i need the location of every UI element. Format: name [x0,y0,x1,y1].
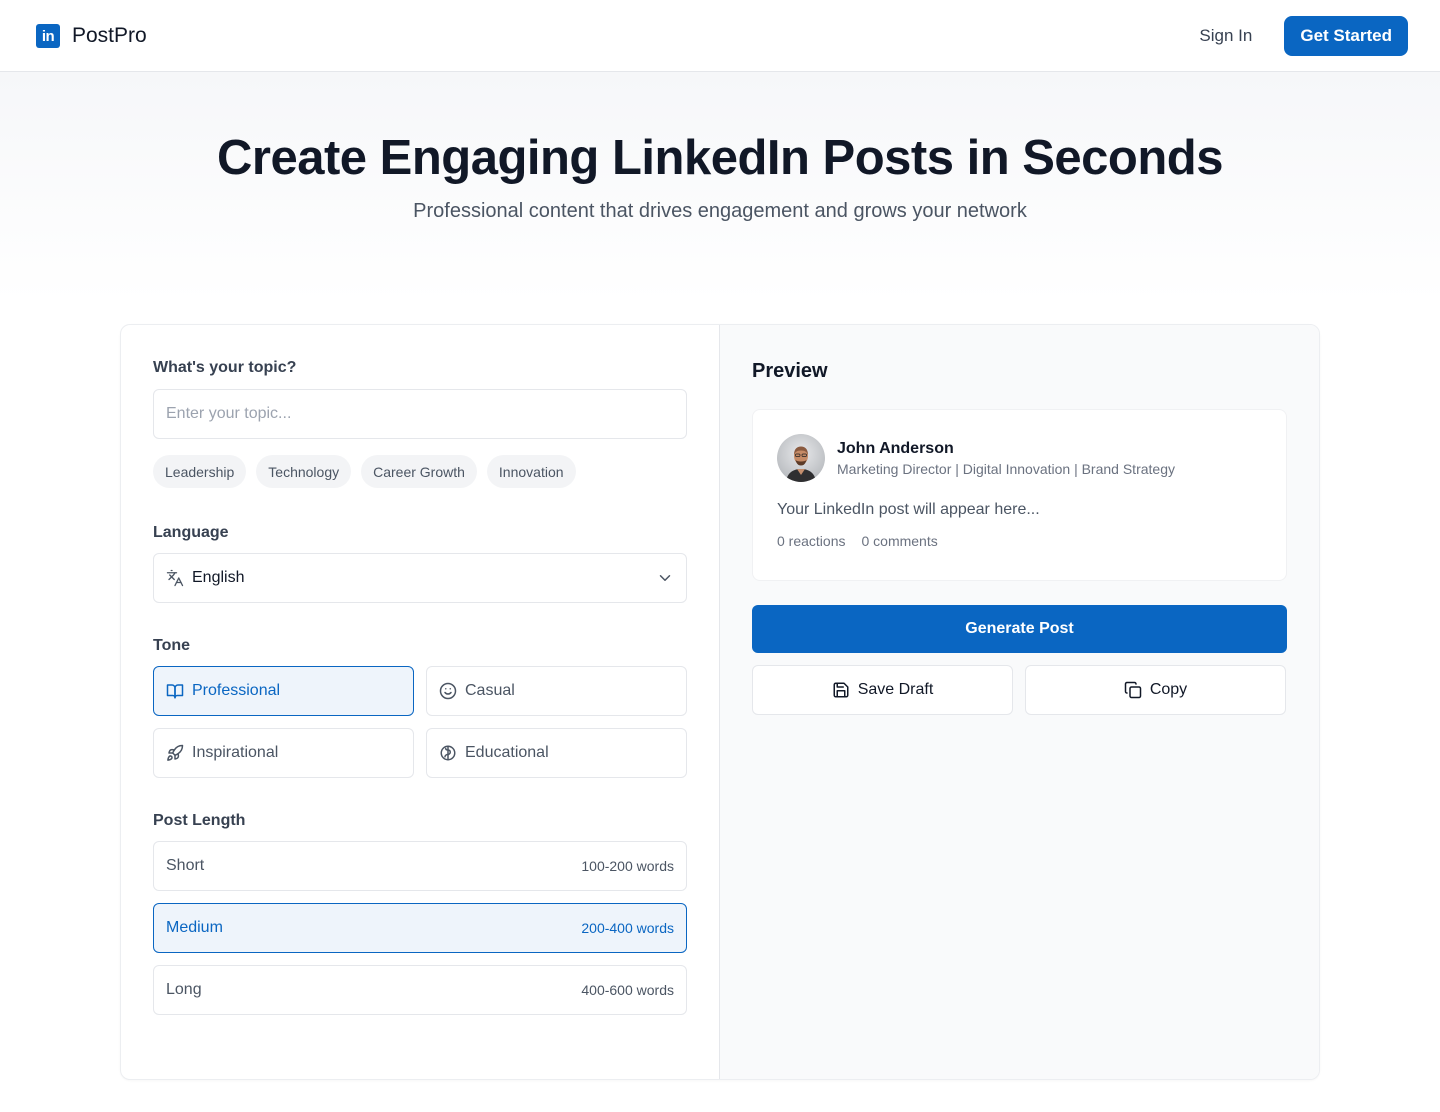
language-label: Language [153,524,229,541]
length-short[interactable]: Short 100-200 words [153,841,687,891]
hero: Create Engaging LinkedIn Posts in Second… [0,72,1440,302]
generate-post-button[interactable]: Generate Post [752,605,1287,653]
tone-label-text: Inspirational [192,744,279,761]
language-select[interactable]: English [153,553,687,603]
topic-input[interactable] [153,389,687,439]
chip-leadership[interactable]: Leadership [153,455,247,488]
length-options: Short 100-200 words Medium 200-400 words… [153,841,687,1015]
author-info: John Anderson Marketing Director | Digit… [837,440,1175,477]
reactions-count: 0 reactions [777,533,846,549]
length-long[interactable]: Long 400-600 words [153,965,687,1015]
tone-professional[interactable]: Professional [153,666,414,716]
avatar [777,434,825,482]
topic-suggestions: Leadership Technology Career Growth Inno… [153,455,687,488]
tone-casual[interactable]: Casual [426,666,687,716]
save-draft-button[interactable]: Save Draft [752,665,1013,715]
chip-career-growth[interactable]: Career Growth [361,455,477,488]
post-author: John Anderson Marketing Director | Digit… [777,434,1262,482]
post-body: Your LinkedIn post will appear here... [777,501,1040,518]
author-name: John Anderson [837,439,954,457]
hero-title: Create Engaging LinkedIn Posts in Second… [217,131,1223,185]
brand[interactable]: in PostPro [36,23,147,48]
preview-title: Preview [752,360,828,382]
hero-subtitle: Professional content that drives engagem… [413,200,1027,222]
chip-technology[interactable]: Technology [256,455,352,488]
get-started-button[interactable]: Get Started [1284,15,1408,56]
brain-icon [439,744,457,762]
save-icon [832,681,850,699]
length-words: 100-200 words [581,858,674,874]
tone-educational[interactable]: Educational [426,728,687,778]
rocket-icon [166,744,184,762]
post-length-label: Post Length [153,812,246,829]
chevron-down-icon [656,569,674,587]
linkedin-logo-icon: in [36,23,60,48]
post-stats: 0 reactions 0 comments [777,533,1262,549]
length-words: 200-400 words [581,920,674,936]
length-name: Medium [166,919,223,936]
tone-label-text: Casual [465,682,515,699]
save-draft-label: Save Draft [857,681,934,698]
topic-label: What's your topic? [153,359,297,376]
top-nav: in PostPro Sign In Get Started [0,0,1440,72]
language-value: English [192,569,245,586]
chip-innovation[interactable]: Innovation [486,455,576,488]
copy-label: Copy [1149,681,1188,698]
tone-options: Professional Casual Inspirational Educat… [153,666,687,778]
smile-icon [439,682,457,700]
tone-label-text: Professional [192,682,281,699]
header-actions: Sign In Get Started [1199,15,1408,56]
translate-icon [166,569,184,587]
sign-in-button[interactable]: Sign In [1199,26,1252,46]
length-name: Short [166,857,205,874]
length-medium[interactable]: Medium 200-400 words [153,903,687,953]
book-open-icon [166,682,184,700]
author-headline: Marketing Director | Digital Innovation … [837,460,1175,477]
tone-inspirational[interactable]: Inspirational [153,728,414,778]
length-name: Long [166,981,202,998]
preview-panel: Preview John Anderson Marketing Director… [720,325,1319,1079]
preview-actions: Save Draft Copy [752,665,1287,715]
comments-count: 0 comments [861,533,938,549]
tone-label: Tone [153,637,191,654]
post-preview-card: John Anderson Marketing Director | Digit… [752,409,1287,581]
length-words: 400-600 words [581,982,674,998]
copy-icon [1124,681,1142,699]
copy-button[interactable]: Copy [1025,665,1286,715]
generator-card: What's your topic? Leadership Technology… [120,324,1320,1080]
form-panel: What's your topic? Leadership Technology… [121,325,720,1079]
tone-label-text: Educational [465,744,549,761]
brand-name: PostPro [72,23,147,47]
